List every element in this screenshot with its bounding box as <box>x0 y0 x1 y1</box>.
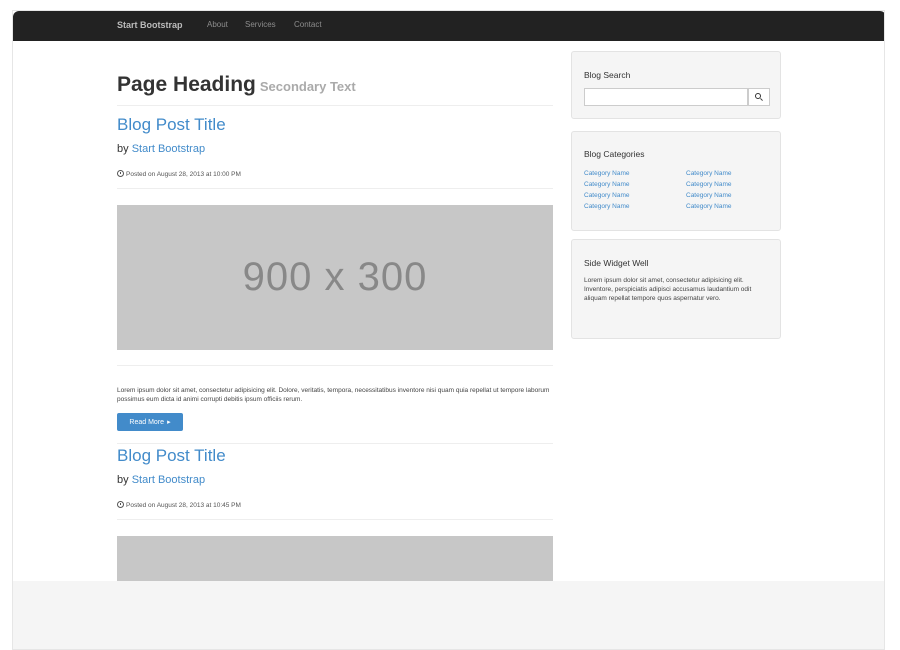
category-link[interactable]: Category Name <box>584 203 630 210</box>
category-list-right: Category Name Category Name Category Nam… <box>686 168 732 212</box>
post-date-text: Posted on August 28, 2013 at 10:00 PM <box>126 171 241 178</box>
categories-well: Blog Categories Category Name Category N… <box>571 131 781 231</box>
search-button[interactable] <box>748 88 770 106</box>
side-widget-text: Lorem ipsum dolor sit amet, consectetur … <box>584 277 752 302</box>
post-title[interactable]: Blog Post Title <box>117 115 226 135</box>
browser-page: Start Bootstrap About Services Contact P… <box>12 10 885 650</box>
clock-icon <box>117 170 124 177</box>
chevron-right-icon: ▸ <box>167 419 171 426</box>
divider <box>117 443 553 444</box>
page-heading-secondary: Secondary Text <box>259 79 356 94</box>
list-item: Category Name <box>686 179 732 190</box>
clock-icon <box>117 501 124 508</box>
divider <box>117 365 553 366</box>
nav-link-about[interactable]: About <box>207 20 228 29</box>
list-item: Category Name <box>686 168 732 179</box>
post-byline: by Start Bootstrap <box>117 143 205 155</box>
read-more-button[interactable]: Read More ▸ <box>117 413 183 431</box>
read-more-label: Read More <box>129 418 165 426</box>
footer <box>13 581 884 649</box>
post-date: Posted on August 28, 2013 at 10:00 PM <box>117 170 241 178</box>
side-widget-well: Side Widget Well Lorem ipsum dolor sit a… <box>571 239 781 339</box>
byline-prefix: by <box>117 474 129 486</box>
post-date: Posted on August 28, 2013 at 10:45 PM <box>117 501 241 509</box>
author-link[interactable]: Start Bootstrap <box>132 474 205 486</box>
list-item: Category Name <box>584 179 630 190</box>
list-item: Category Name <box>686 190 732 201</box>
category-link[interactable]: Category Name <box>686 203 732 210</box>
search-icon <box>755 93 761 99</box>
nav-link-services[interactable]: Services <box>245 20 276 29</box>
divider <box>117 519 553 520</box>
list-item: Category Name <box>584 190 630 201</box>
author-link[interactable]: Start Bootstrap <box>132 143 205 155</box>
post-image: 900 x 300 <box>117 205 553 350</box>
post-byline: by Start Bootstrap <box>117 474 205 486</box>
category-link[interactable]: Category Name <box>584 170 630 177</box>
divider <box>117 188 553 189</box>
category-link[interactable]: Category Name <box>584 192 630 199</box>
list-item: Category Name <box>584 168 630 179</box>
category-link[interactable]: Category Name <box>584 181 630 188</box>
post-date-text: Posted on August 28, 2013 at 10:45 PM <box>126 502 241 509</box>
post-excerpt: Lorem ipsum dolor sit amet, consectetur … <box>117 387 550 403</box>
nav-link-contact[interactable]: Contact <box>294 20 322 29</box>
category-link[interactable]: Category Name <box>686 170 732 177</box>
page-heading-title: Page Heading <box>117 73 256 96</box>
list-item: Category Name <box>584 201 630 212</box>
category-list-left: Category Name Category Name Category Nam… <box>584 168 630 212</box>
search-title: Blog Search <box>584 70 631 80</box>
byline-prefix: by <box>117 143 129 155</box>
search-well: Blog Search <box>571 51 781 119</box>
post-image-label: 900 x 300 <box>242 255 428 299</box>
list-item: Category Name <box>686 201 732 212</box>
side-widget-title: Side Widget Well <box>584 258 649 268</box>
divider <box>117 105 553 106</box>
navbar-brand[interactable]: Start Bootstrap <box>117 20 183 30</box>
categories-title: Blog Categories <box>584 149 645 159</box>
category-link[interactable]: Category Name <box>686 181 732 188</box>
category-link[interactable]: Category Name <box>686 192 732 199</box>
page-heading: Page Heading Secondary Text <box>117 73 356 97</box>
search-input[interactable] <box>584 88 748 106</box>
navbar: Start Bootstrap About Services Contact <box>13 11 884 41</box>
post-title[interactable]: Blog Post Title <box>117 446 226 466</box>
